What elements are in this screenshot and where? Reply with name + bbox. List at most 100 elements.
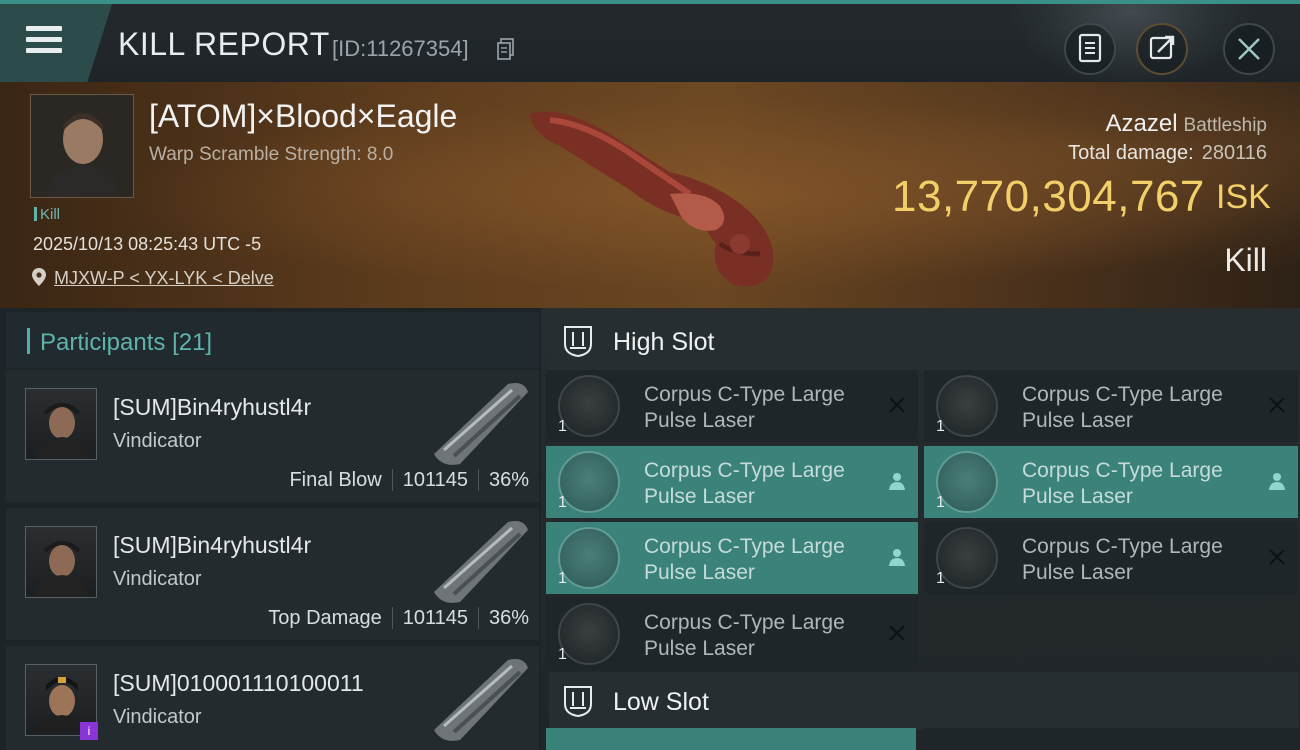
copy-icon[interactable] bbox=[497, 38, 515, 60]
participant-ship: Vindicator bbox=[113, 430, 202, 452]
person-icon bbox=[1269, 473, 1285, 490]
module-quantity: 1 bbox=[936, 418, 945, 435]
participant-stats: Final Blow 101145 36% bbox=[289, 469, 529, 492]
module-card[interactable]: 1 Corpus C-Type Large Pulse Laser bbox=[546, 598, 918, 670]
victim-name[interactable]: [ATOM]×Blood×Eagle bbox=[149, 98, 457, 135]
participants-count: [21] bbox=[172, 329, 213, 356]
low-slot-title: Low Slot bbox=[613, 688, 709, 716]
menu-button[interactable] bbox=[0, 4, 112, 82]
report-id: [ID:11267354] bbox=[332, 36, 469, 61]
pulse-laser-icon bbox=[936, 451, 998, 513]
victim-portrait[interactable] bbox=[30, 94, 134, 198]
module-name: Corpus C-Type Large Pulse Laser bbox=[644, 459, 845, 508]
low-slot-module-peek[interactable] bbox=[924, 728, 1298, 750]
ship-class: Battleship bbox=[1183, 115, 1267, 136]
document-button[interactable] bbox=[1064, 23, 1116, 75]
planet-backdrop bbox=[1010, 4, 1250, 84]
module-name: Corpus C-Type Large Pulse Laser bbox=[644, 611, 845, 660]
destroyed-icon bbox=[889, 397, 905, 413]
pulse-laser-icon bbox=[558, 375, 620, 437]
victim-ship-image bbox=[530, 111, 774, 287]
module-name: Corpus C-Type Large Pulse Laser bbox=[1022, 459, 1223, 508]
participant-portrait[interactable] bbox=[25, 388, 97, 460]
participant-portrait[interactable] bbox=[25, 526, 97, 598]
pulse-laser-icon bbox=[558, 451, 620, 513]
pulse-laser-icon bbox=[558, 603, 620, 665]
participant-ship: Vindicator bbox=[113, 706, 202, 728]
module-quantity: 1 bbox=[936, 494, 945, 511]
participant-ship-image bbox=[434, 383, 528, 465]
participant-name[interactable]: [SUM]Bin4ryhustl4r bbox=[113, 394, 311, 421]
pulse-laser-icon bbox=[936, 375, 998, 437]
participant-ship-image bbox=[434, 521, 528, 603]
module-card[interactable]: 1 Corpus C-Type Large Pulse Laser bbox=[924, 370, 1298, 442]
total-damage-value: 280116 bbox=[1201, 142, 1267, 164]
participant-blow-label: Top Damage bbox=[268, 607, 382, 629]
pulse-laser-icon bbox=[558, 527, 620, 589]
low-slot-header: Low Slot bbox=[549, 672, 1299, 730]
info-badge: i bbox=[80, 722, 98, 740]
close-icon bbox=[1238, 38, 1260, 60]
fitting-panel: High Slot 1 Corpus C-Type Large Pulse La… bbox=[541, 308, 1300, 750]
location-link[interactable]: MJXW-P < YX-LYK < Delve bbox=[54, 268, 274, 289]
participant-ship-image bbox=[434, 659, 528, 741]
module-quantity: 1 bbox=[558, 494, 567, 511]
participant-stats: Top Damage 101145 36% bbox=[268, 607, 529, 630]
location-pin-icon bbox=[32, 268, 46, 286]
participant-avatar bbox=[34, 403, 90, 459]
victim-ship-name: Azazel Battleship bbox=[1106, 110, 1268, 138]
close-button[interactable] bbox=[1223, 23, 1275, 75]
module-card[interactable]: 1 Corpus C-Type Large Pulse Laser bbox=[924, 446, 1298, 518]
destroyed-icon bbox=[889, 625, 905, 641]
total-damage: Total damage: 280116 bbox=[1068, 142, 1267, 165]
participant-avatar bbox=[34, 541, 90, 597]
kill-timestamp: 2025/10/13 08:25:43 UTC -5 bbox=[33, 234, 262, 254]
participant-ship: Vindicator bbox=[113, 568, 202, 590]
participant-name[interactable]: [SUM]Bin4ryhustl4r bbox=[113, 532, 311, 559]
participant-damage: 101145 bbox=[402, 469, 468, 491]
participant-row[interactable]: [SUM]Bin4ryhustl4r Vindicator Final Blow… bbox=[6, 370, 539, 502]
participants-title: Participants [21] bbox=[40, 329, 213, 356]
participant-blow-label: Final Blow bbox=[289, 469, 382, 491]
isk-unit: ISK bbox=[1216, 178, 1271, 216]
isk-value: 13,770,304,767 bbox=[892, 172, 1205, 221]
page-title: KILL REPORT bbox=[118, 26, 330, 62]
module-quantity: 1 bbox=[558, 418, 567, 435]
share-icon bbox=[1149, 35, 1175, 60]
high-slot-icon bbox=[564, 326, 592, 358]
low-slot-icon bbox=[564, 686, 592, 718]
kill-summary-banner: [ATOM]×Blood×Eagle Warp Scramble Strengt… bbox=[0, 82, 1300, 308]
module-card[interactable]: 1 Corpus C-Type Large Pulse Laser bbox=[546, 522, 918, 594]
pulse-laser-icon bbox=[936, 527, 998, 589]
module-name: Corpus C-Type Large Pulse Laser bbox=[644, 535, 845, 584]
warp-scramble-strength: Warp Scramble Strength: 8.0 bbox=[149, 144, 394, 165]
participants-header: Participants [21] bbox=[6, 312, 539, 368]
destroyed-icon bbox=[1269, 549, 1285, 565]
participant-percent: 36% bbox=[488, 469, 529, 491]
low-slot-module-peek[interactable] bbox=[546, 728, 916, 750]
module-name: Corpus C-Type Large Pulse Laser bbox=[1022, 535, 1223, 584]
module-card[interactable]: 1 Corpus C-Type Large Pulse Laser bbox=[546, 446, 918, 518]
kill-tag: Kill bbox=[34, 206, 60, 223]
document-icon bbox=[1078, 33, 1102, 63]
result-label: Kill bbox=[1224, 242, 1267, 278]
participant-name[interactable]: [SUM]010001110100011 bbox=[113, 670, 364, 697]
hamburger-icon bbox=[26, 26, 62, 56]
participant-percent: 36% bbox=[488, 607, 529, 629]
module-card[interactable]: 1 Corpus C-Type Large Pulse Laser bbox=[924, 522, 1298, 594]
module-name: Corpus C-Type Large Pulse Laser bbox=[644, 383, 845, 432]
module-card[interactable]: 1 Corpus C-Type Large Pulse Laser bbox=[546, 370, 918, 442]
top-bar: KILL REPORT [ID:11267354] bbox=[0, 0, 1300, 84]
module-quantity: 1 bbox=[558, 570, 567, 587]
share-button[interactable] bbox=[1136, 23, 1188, 75]
destroyed-icon bbox=[1269, 397, 1285, 413]
high-slot-title: High Slot bbox=[613, 328, 715, 356]
participant-row[interactable]: [SUM]Bin4ryhustl4r Vindicator Top Damage… bbox=[6, 508, 539, 640]
total-damage-label: Total damage: bbox=[1068, 142, 1194, 164]
ship-name-text[interactable]: Azazel bbox=[1106, 110, 1178, 137]
victim-avatar bbox=[31, 95, 133, 197]
participant-row[interactable]: i [SUM]010001110100011 Vindicator bbox=[6, 646, 539, 750]
module-name: Corpus C-Type Large Pulse Laser bbox=[1022, 383, 1223, 432]
module-quantity: 1 bbox=[558, 646, 567, 663]
person-icon bbox=[889, 473, 905, 490]
